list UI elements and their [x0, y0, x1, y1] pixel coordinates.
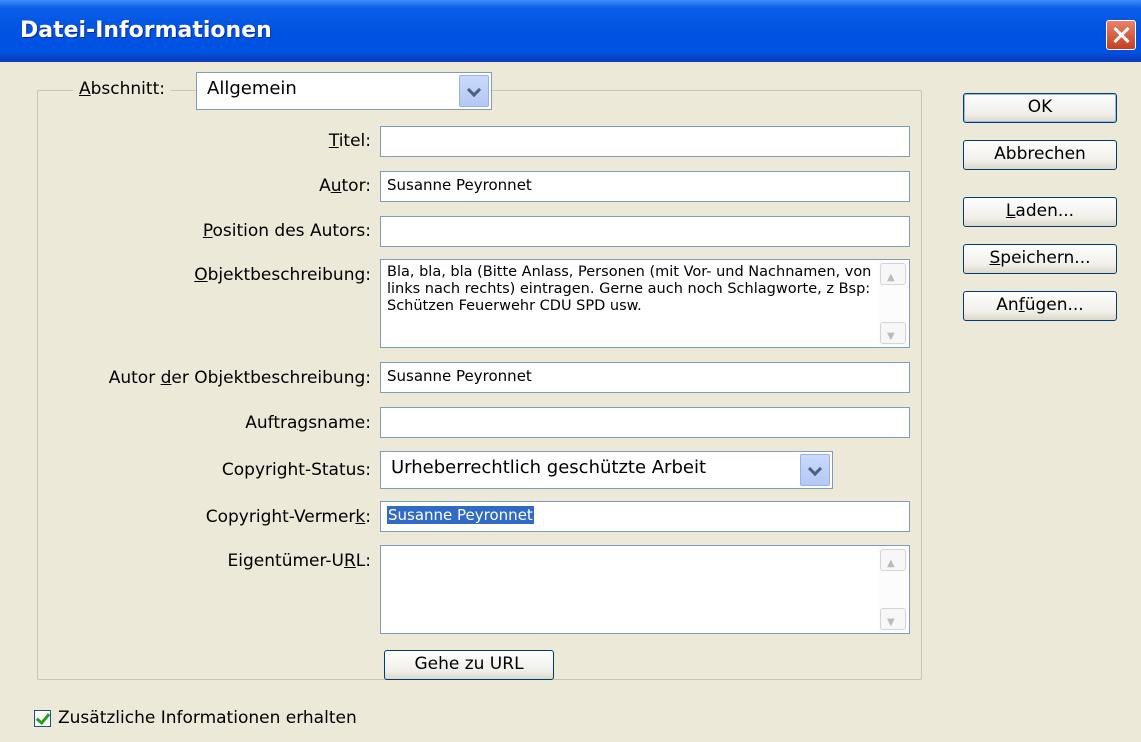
eigentuemer-url-scrollbar[interactable]: ▲ ▼	[878, 547, 908, 632]
abbrechen-button[interactable]: Abbrechen	[963, 140, 1117, 170]
copyright-vermerk-selection: Susanne Peyronnet	[387, 506, 534, 524]
copyright-status-value: Urheberrechtlich geschützte Arbeit	[391, 457, 707, 478]
scroll-up-button[interactable]: ▲	[880, 549, 906, 571]
scroll-up-button[interactable]: ▲	[880, 263, 906, 285]
section-label: Abschnitt:	[73, 79, 171, 99]
position-field[interactable]	[380, 216, 910, 247]
anfuegen-button[interactable]: Anfügen...	[963, 291, 1117, 321]
chevron-down-icon[interactable]	[800, 454, 830, 486]
chevron-up-icon: ▲	[887, 558, 895, 569]
laden-button[interactable]: Laden...	[963, 197, 1117, 227]
chevron-up-icon: ▲	[887, 272, 895, 283]
position-label: Position des Autors:	[202, 221, 371, 241]
zusaetzliche-info-checkbox[interactable]	[34, 710, 51, 727]
autor-beschreibung-field[interactable]: Susanne Peyronnet	[380, 362, 910, 393]
zusaetzliche-info-label[interactable]: Zusätzliche Informationen erhalten	[58, 708, 357, 728]
beschreibung-text: Bla, bla, bla (Bitte Anlass, Personen (m…	[387, 264, 872, 314]
section-select-value: Allgemein	[207, 78, 297, 99]
auftragsname-field[interactable]	[380, 407, 910, 438]
beschreibung-label: Objektbeschreibung:	[194, 265, 371, 285]
chevron-down-icon[interactable]	[459, 75, 489, 107]
eigentuemer-url-label: Eigentümer-URL:	[227, 551, 371, 571]
gehe-zu-url-button[interactable]: Gehe zu URL	[384, 650, 554, 680]
eigentuemer-url-textarea[interactable]: ▲ ▼	[380, 545, 910, 634]
autor-field[interactable]: Susanne Peyronnet	[380, 171, 910, 202]
titel-field[interactable]	[380, 126, 910, 157]
copyright-vermerk-field[interactable]: Susanne Peyronnet	[380, 501, 910, 532]
beschreibung-textarea[interactable]: Bla, bla, bla (Bitte Anlass, Personen (m…	[380, 259, 910, 348]
title-bar: Datei-Informationen	[0, 0, 1141, 62]
ok-button[interactable]: OK	[963, 93, 1117, 123]
chevron-down-icon: ▼	[887, 331, 895, 342]
auftragsname-label: Auftragsname:	[245, 413, 371, 433]
scroll-down-button[interactable]: ▼	[880, 322, 906, 344]
copyright-vermerk-label: Copyright-Vermerk:	[205, 507, 371, 527]
titel-label: Titel:	[328, 131, 371, 151]
autor-beschreibung-label: Autor der Objektbeschreibung:	[108, 368, 371, 388]
speichern-button[interactable]: Speichern...	[963, 244, 1117, 274]
chevron-down-icon: ▼	[887, 617, 895, 628]
section-select[interactable]: Allgemein	[196, 72, 492, 110]
copyright-status-select[interactable]: Urheberrechtlich geschützte Arbeit	[380, 451, 833, 489]
copyright-status-label: Copyright-Status:	[221, 460, 371, 480]
beschreibung-scrollbar[interactable]: ▲ ▼	[878, 261, 908, 346]
window-title: Datei-Informationen	[20, 18, 272, 43]
close-button[interactable]	[1106, 20, 1136, 50]
autor-label: Autor:	[319, 176, 371, 196]
scroll-down-button[interactable]: ▼	[880, 608, 906, 630]
